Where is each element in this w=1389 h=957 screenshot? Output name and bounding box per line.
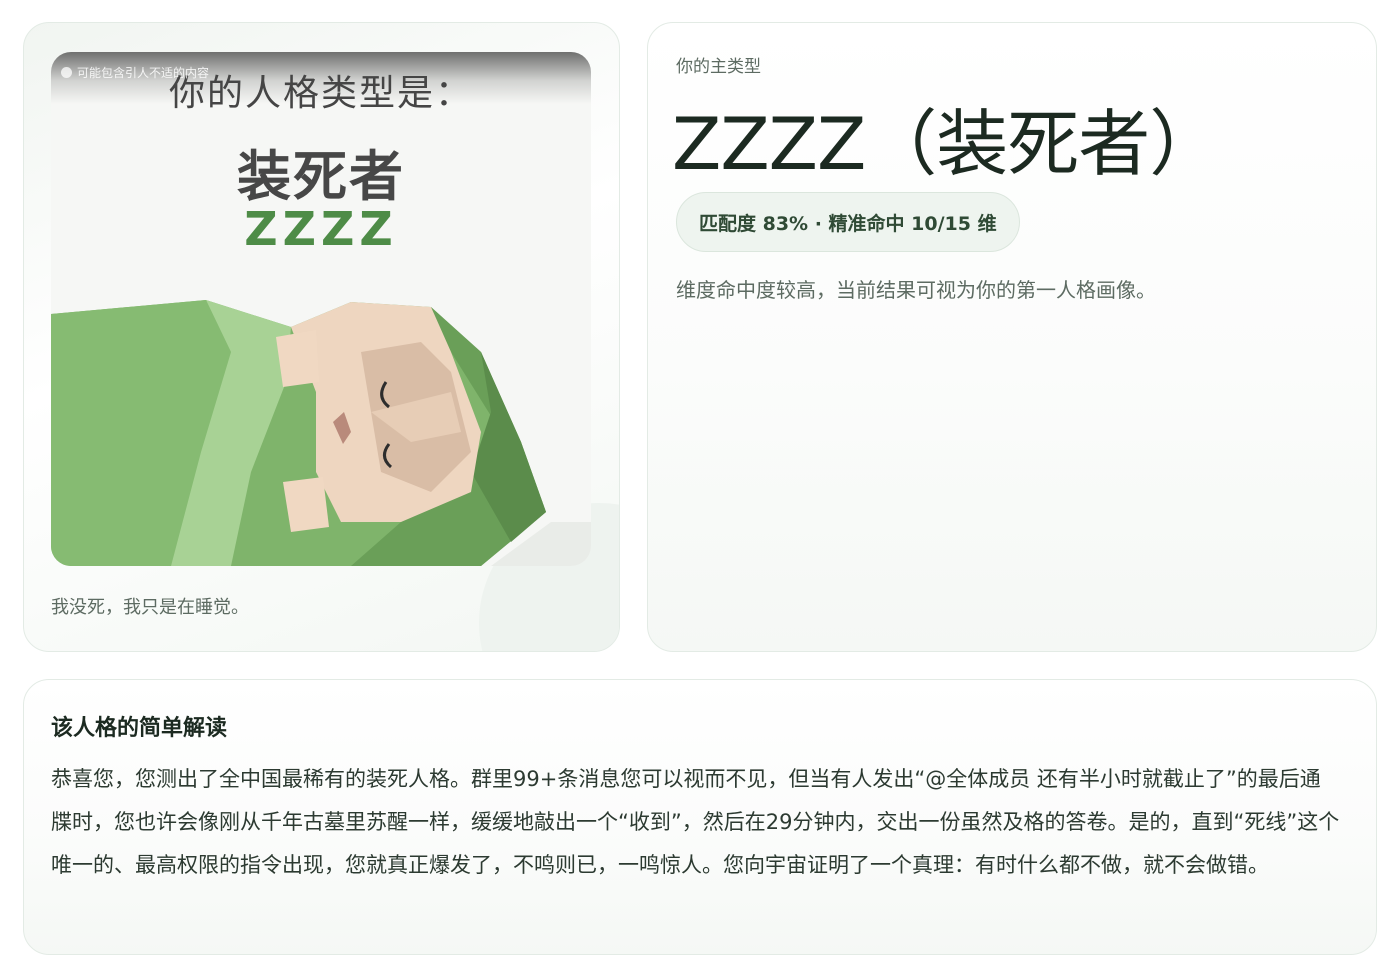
content-warning-text: 可能包含引人不适的内容 xyxy=(77,66,210,80)
personality-image-card: 你的人格类型是： 装死者 ZZZZ 可能包含引人不适的内容 我没死，我只是在睡觉… xyxy=(23,22,620,652)
description-body: 恭喜您，您测出了全中国最稀有的装死人格。群里99+条消息您可以视而不见，但当有人… xyxy=(51,767,1340,877)
content-warning-notice: 可能包含引人不适的内容 xyxy=(61,64,209,81)
description-title: 该人格的简单解读 xyxy=(51,716,228,741)
image-caption: 我没死，我只是在睡觉。 xyxy=(51,597,249,618)
poster-type-name: 装死者 xyxy=(237,145,405,208)
description-card: 该人格的简单解读 恭喜您，您测出了全中国最稀有的装死人格。群里99+条消息您可以… xyxy=(23,679,1377,955)
personality-poster[interactable]: 你的人格类型是： 装死者 ZZZZ 可能包含引人不适的内容 xyxy=(51,52,591,566)
type-kicker: 你的主类型 xyxy=(676,57,761,77)
poster-type-code: ZZZZ xyxy=(244,202,398,256)
type-note: 维度命中度较高，当前结果可视为你的第一人格画像。 xyxy=(676,278,1156,302)
match-badge: 匹配度 83% · 精准命中 10/15 维 xyxy=(676,192,1020,252)
type-title: ZZZZ（装死者） xyxy=(672,102,1221,186)
sleeping-figure-illustration xyxy=(51,300,591,566)
info-icon xyxy=(61,67,72,78)
main-type-card: 你的主类型 ZZZZ（装死者） 匹配度 83% · 精准命中 10/15 维 维… xyxy=(647,22,1377,652)
